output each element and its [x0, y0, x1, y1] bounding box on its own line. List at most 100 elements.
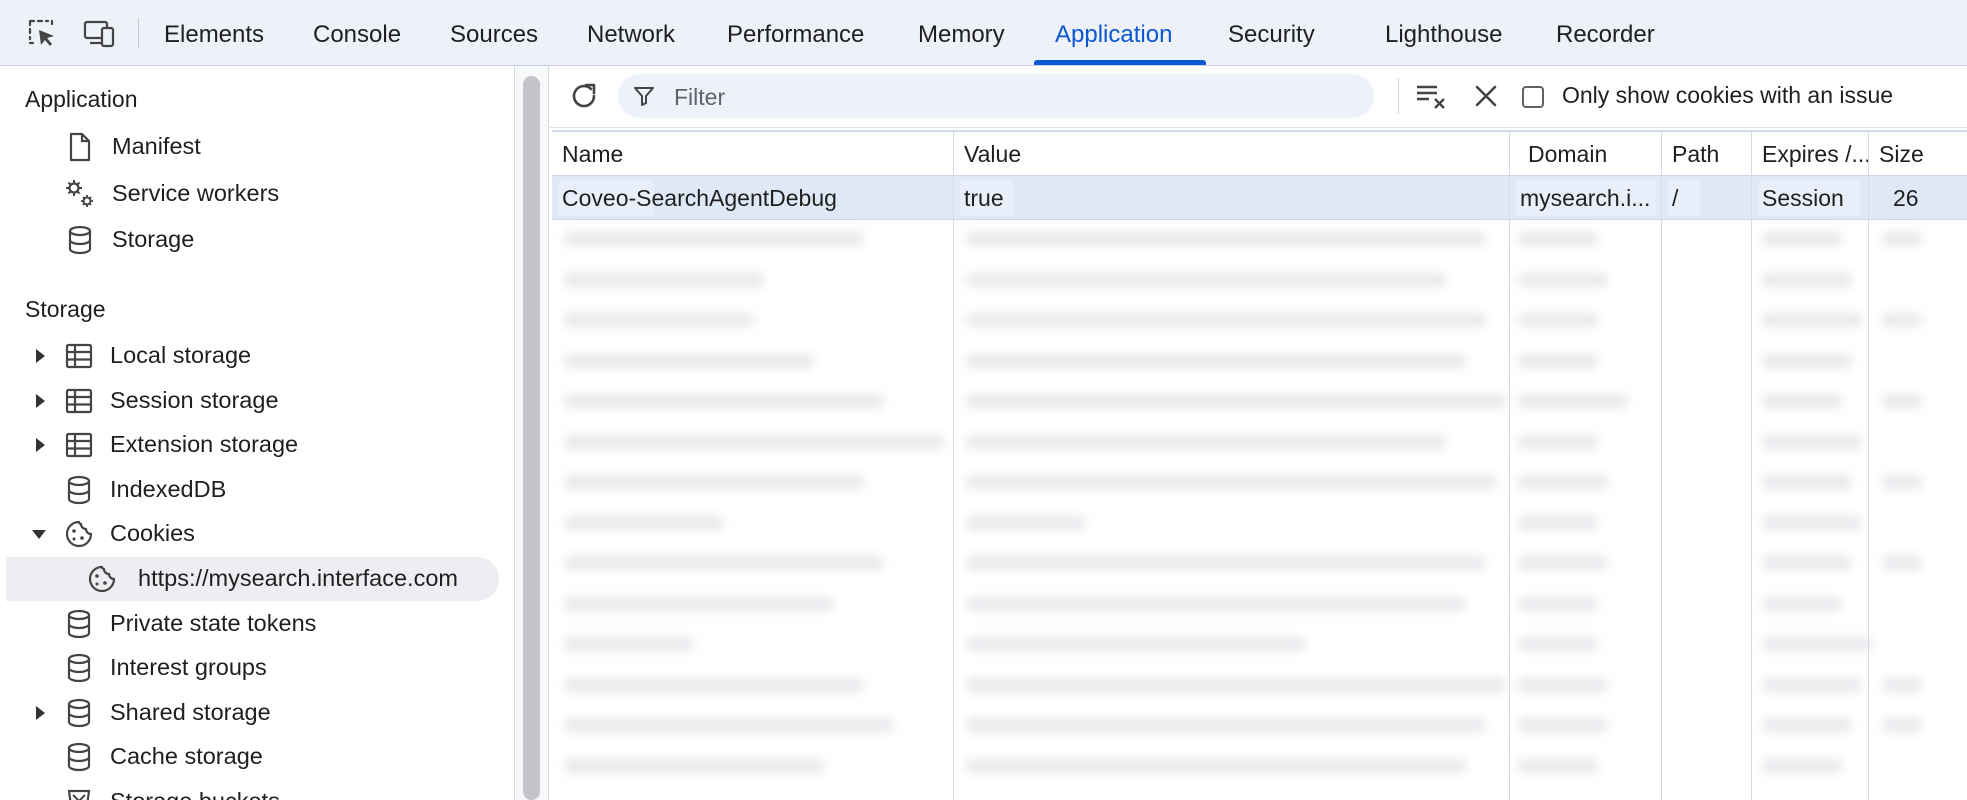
cell-expires[interactable]: Session	[1752, 176, 1869, 220]
cookies-toolbar: Only show cookies with an issue	[550, 66, 1967, 128]
tab-security[interactable]: Security	[1228, 0, 1315, 66]
column-divider	[953, 132, 954, 800]
sidebar-item-cookie-origin[interactable]: https://mysearch.interface.com	[0, 557, 514, 601]
sidebar-item-session-storage[interactable]: Session storage	[0, 379, 514, 423]
sidebar-item-interest-groups[interactable]: Interest groups	[0, 646, 514, 690]
devtools-tab-bar: Elements Console Sources Network Perform…	[0, 0, 1967, 66]
filter-box[interactable]	[618, 74, 1374, 118]
cell-size[interactable]: 26	[1869, 176, 1967, 220]
blurred-cell	[1762, 272, 1852, 287]
blurred-cell	[564, 475, 864, 489]
gears-icon	[64, 178, 96, 210]
cell-value[interactable]: true	[954, 176, 1510, 220]
cookies-pane: Only show cookies with an issue Name Val…	[550, 66, 1967, 800]
blurred-cell	[966, 353, 1466, 368]
sidebar-item-label: https://mysearch.interface.com	[138, 565, 458, 591]
expand-arrow-icon[interactable]	[32, 435, 48, 455]
sidebar-scrollbar-thumb[interactable]	[523, 76, 540, 800]
column-header-size[interactable]: Size	[1869, 132, 1967, 176]
cell-domain[interactable]: mysearch.i...	[1510, 176, 1662, 220]
inspect-element-icon[interactable]	[25, 16, 59, 50]
delete-selected-icon[interactable]	[1468, 78, 1504, 114]
expand-arrow-icon[interactable]	[32, 391, 48, 411]
column-header-name[interactable]: Name	[552, 132, 954, 176]
tab-network[interactable]: Network	[587, 0, 675, 66]
blurred-cell	[966, 313, 1486, 327]
blurred-cell	[1518, 272, 1608, 287]
cell-name[interactable]: Coveo-SearchAgentDebug	[552, 176, 954, 220]
blurred-cell	[966, 394, 1506, 408]
table-row[interactable]: Coveo-SearchAgentDebug true mysearch.i..…	[552, 176, 1967, 220]
tab-lighthouse[interactable]: Lighthouse	[1385, 0, 1502, 66]
sidebar-item-manifest[interactable]: Manifest	[0, 125, 514, 169]
blurred-cell	[1762, 232, 1842, 246]
sidebar-item-label: Local storage	[110, 342, 252, 368]
sidebar-item-cookies[interactable]: Cookies	[0, 512, 514, 556]
blurred-cell	[1518, 434, 1598, 449]
sidebar-item-indexeddb[interactable]: IndexedDB	[0, 468, 514, 512]
section-heading-storage: Storage	[25, 296, 106, 322]
sidebar-item-label: Storage	[112, 226, 195, 252]
column-header-path[interactable]: Path	[1662, 132, 1752, 176]
only-issue-checkbox[interactable]	[1522, 86, 1544, 108]
sidebar-item-service-workers[interactable]: Service workers	[0, 172, 514, 216]
blurred-cell	[1518, 718, 1608, 732]
blurred-cell	[1518, 353, 1598, 368]
cookie-icon	[86, 563, 118, 595]
sidebar-item-local-storage[interactable]: Local storage	[0, 334, 514, 378]
sidebar-item-cache-storage[interactable]: Cache storage	[0, 735, 514, 779]
sidebar-item-private-state-tokens[interactable]: Private state tokens	[0, 602, 514, 646]
tab-recorder[interactable]: Recorder	[1556, 0, 1655, 66]
buckets-icon	[63, 786, 95, 800]
blurred-cell	[1882, 677, 1922, 692]
blurred-cell	[564, 272, 764, 287]
blurred-cell	[1762, 475, 1852, 489]
expand-arrow-icon[interactable]	[32, 703, 48, 723]
database-icon	[63, 697, 95, 729]
sidebar-item-label: Extension storage	[110, 431, 299, 457]
tab-console[interactable]: Console	[313, 0, 401, 66]
column-header-value[interactable]: Value	[954, 132, 1510, 176]
blurred-cell	[564, 556, 884, 570]
sidebar-item-extension-storage[interactable]: Extension storage	[0, 423, 514, 467]
sidebar-item-label: IndexedDB	[110, 476, 227, 502]
blurred-cell	[564, 637, 694, 651]
blurred-cell	[1518, 637, 1598, 651]
expand-arrow-icon[interactable]	[32, 346, 48, 366]
blurred-cell	[966, 718, 1486, 732]
blurred-cell	[564, 313, 754, 327]
database-icon	[63, 741, 95, 773]
blurred-cell	[966, 475, 1496, 489]
sidebar-item-shared-storage[interactable]: Shared storage	[0, 691, 514, 735]
sidebar-item-label: Cookies	[110, 520, 195, 546]
blurred-cell	[564, 758, 824, 773]
filter-input[interactable]	[672, 80, 1356, 114]
tab-performance[interactable]: Performance	[727, 0, 864, 66]
blurred-cell	[1762, 637, 1872, 651]
refresh-icon[interactable]	[566, 78, 602, 114]
table-icon	[63, 340, 95, 372]
tab-application[interactable]: Application	[1055, 0, 1172, 66]
clear-filtered-cookies-icon[interactable]	[1414, 78, 1450, 114]
blurred-cell	[1762, 556, 1852, 570]
column-divider	[1751, 132, 1752, 800]
application-sidebar: Application Manifest Service workers Sto…	[0, 66, 515, 800]
blurred-cookie-rows	[552, 220, 1967, 800]
collapse-arrow-icon[interactable]	[31, 524, 47, 544]
blurred-cell	[1762, 758, 1842, 773]
tab-memory[interactable]: Memory	[918, 0, 1005, 66]
column-header-domain[interactable]: Domain	[1510, 132, 1662, 176]
tab-elements[interactable]: Elements	[164, 0, 264, 66]
sidebar-item-storage[interactable]: Storage	[0, 218, 514, 262]
cookie-icon	[63, 518, 95, 550]
blurred-cell	[564, 718, 894, 732]
only-issue-label: Only show cookies with an issue	[1562, 82, 1894, 108]
device-toolbar-icon[interactable]	[82, 16, 116, 50]
blurred-cell	[1882, 232, 1922, 246]
tab-sources[interactable]: Sources	[450, 0, 538, 66]
sidebar-item-storage-buckets[interactable]: Storage buckets	[0, 780, 514, 800]
database-icon	[64, 224, 96, 256]
filter-icon	[632, 84, 656, 113]
cell-path[interactable]: /	[1662, 176, 1752, 220]
column-header-expires[interactable]: Expires /...	[1752, 132, 1869, 176]
